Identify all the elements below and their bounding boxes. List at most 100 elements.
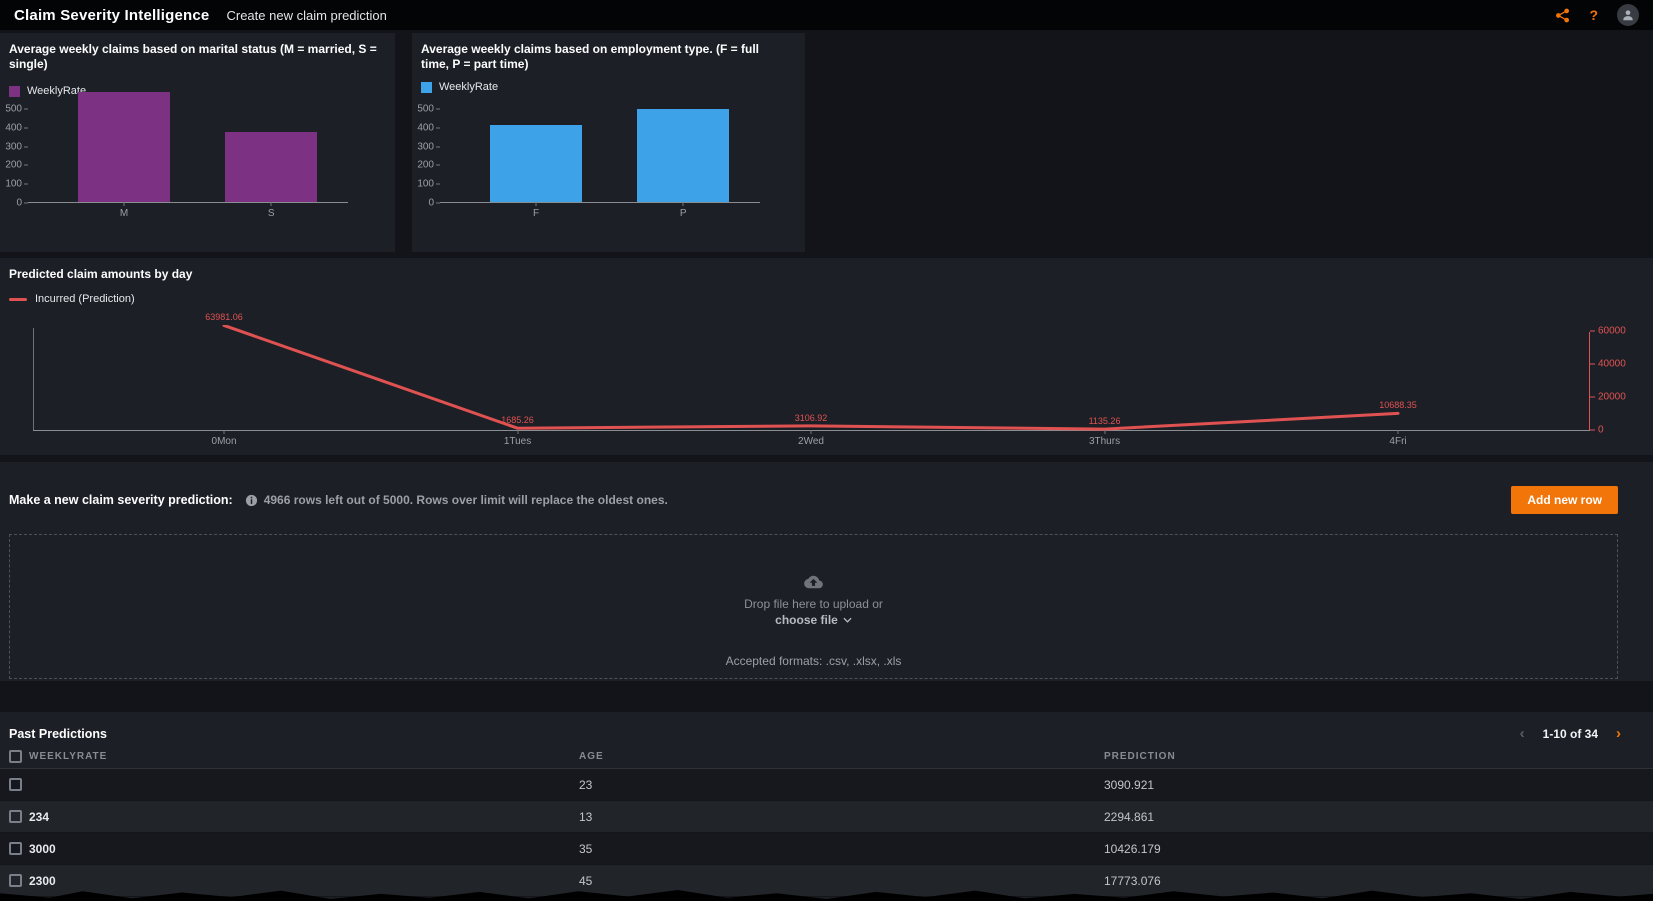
y-tick: 300 [417,141,440,152]
top-bar: Claim Severity Intelligence Create new c… [0,0,1653,30]
y-tick: 200 [5,160,28,171]
pagination: ‹ 1-10 of 34 › [1520,725,1621,742]
cell-age: 45 [579,874,1104,888]
plot-area: MS [28,93,348,203]
bar-chart-employment: 0100200300400500 FP [412,93,805,243]
bar-P [637,109,729,202]
legend-label: WeeklyRate [439,81,498,93]
table-header-bar: Past Predictions ‹ 1-10 of 34 › [0,712,1653,745]
bar-S [225,132,317,202]
y-tick: 0 [428,198,440,209]
y-tick: 0 [16,198,28,209]
cell-age: 13 [579,810,1104,824]
cell-weeklyrate: 234 [29,810,579,824]
point-label: 63981.06 [205,312,243,322]
dropzone-content: Drop file here to upload or choose file [10,575,1617,629]
column-weeklyrate: WEEKLYRATE [29,751,579,762]
y-axis: 0100200300400500 [412,93,440,203]
section-title: Make a new claim severity prediction: [9,493,233,507]
legend-label: Incurred (Prediction) [35,293,135,305]
y-tick: 100 [417,179,440,190]
x-label: 1Tues [504,436,531,447]
x-label: S [268,208,275,219]
x-label: 3Thurs [1089,436,1120,447]
x-label: 2Wed [798,436,824,447]
row-checkbox[interactable] [9,778,22,791]
share-icon[interactable] [1555,8,1570,23]
person-icon [1621,8,1635,22]
y-tick: 400 [417,122,440,133]
chevron-down-icon [843,617,852,623]
x-tick [517,430,518,434]
y-tick: 500 [417,103,440,114]
new-prediction-header: Make a new claim severity prediction: 49… [0,462,1653,526]
chart-legend: WeeklyRate [412,72,805,93]
right-y-tick: 40000 [1590,359,1626,370]
cell-weeklyrate: 2300 [29,874,579,888]
y-tick: 200 [417,160,440,171]
user-avatar[interactable] [1617,4,1639,26]
accepted-formats: Accepted formats: .csv, .xlsx, .xls [10,654,1617,668]
x-tick [224,430,225,434]
y-tick: 500 [5,103,28,114]
choose-file-button[interactable]: choose file [775,613,852,627]
info-icon [245,494,258,507]
chart-legend: Incurred (Prediction) [0,282,1653,305]
nav-create-prediction[interactable]: Create new claim prediction [226,8,386,23]
add-new-row-button[interactable]: Add new row [1511,486,1618,514]
table-row[interactable]: 3000 35 10426.179 [0,833,1653,865]
chart-title: Average weekly claims based on marital s… [0,33,395,72]
line-chart-plot: 0200004000060000 63981.061685.263106.921… [33,325,1590,431]
x-label: F [533,208,539,219]
pagination-range: 1-10 of 34 [1543,727,1598,741]
pagination-prev-icon[interactable]: ‹ [1520,725,1525,742]
table-title: Past Predictions [9,727,107,741]
y-axis: 0100200300400500 [0,93,28,203]
right-y-tick: 0 [1590,425,1604,436]
x-tick [536,202,537,206]
y-tick: 400 [5,122,28,133]
point-label: 10688.35 [1379,400,1417,410]
cell-prediction: 10426.179 [1104,842,1653,856]
x-label: M [120,208,128,219]
row-checkbox[interactable] [9,842,22,855]
help-icon[interactable]: ? [1589,7,1598,23]
bar-M [78,92,170,202]
table-row[interactable]: 234 13 2294.861 [0,801,1653,833]
x-tick [683,202,684,206]
point-label: 1135.26 [1089,416,1121,426]
topbar-actions: ? [1555,4,1639,26]
table-row[interactable]: 23 3090.921 [0,769,1653,801]
chart-title: Predicted claim amounts by day [0,258,1653,282]
x-label: 4Fri [1389,436,1406,447]
marital-status-chart-card: Average weekly claims based on marital s… [0,33,395,252]
row-checkbox[interactable] [9,874,22,887]
employment-type-chart-card: Average weekly claims based on employmen… [412,33,805,252]
y-tick: 100 [5,179,28,190]
dropzone-text: Drop file here to upload or [10,597,1617,611]
point-label: 3106.92 [795,413,828,423]
pagination-next-icon[interactable]: › [1616,725,1621,742]
table-row[interactable]: 2300 45 17773.076 [0,865,1653,897]
bar-F [490,125,582,202]
select-all-checkbox[interactable] [9,750,22,763]
table-column-header: WEEKLYRATE AGE PREDICTION [0,745,1653,769]
bar-chart-marital: 0100200300400500 MS [0,93,395,243]
choose-file-label: choose file [775,613,838,627]
file-dropzone[interactable]: Drop file here to upload or choose file … [9,534,1618,679]
plot-area: FP [440,93,760,203]
app-title: Claim Severity Intelligence [14,7,209,24]
x-tick [1398,430,1399,434]
x-label: 0Mon [212,436,237,447]
column-age: AGE [579,751,1104,762]
cell-prediction: 3090.921 [1104,778,1653,792]
cell-weeklyrate: 3000 [29,842,579,856]
x-tick [124,202,125,206]
x-tick [1104,430,1105,434]
x-label: P [680,208,687,219]
prediction-by-day-panel: Predicted claim amounts by day Incurred … [0,258,1653,455]
y-tick: 300 [5,141,28,152]
column-prediction: PREDICTION [1104,751,1653,762]
point-label: 1685.26 [501,415,534,425]
row-checkbox[interactable] [9,810,22,823]
